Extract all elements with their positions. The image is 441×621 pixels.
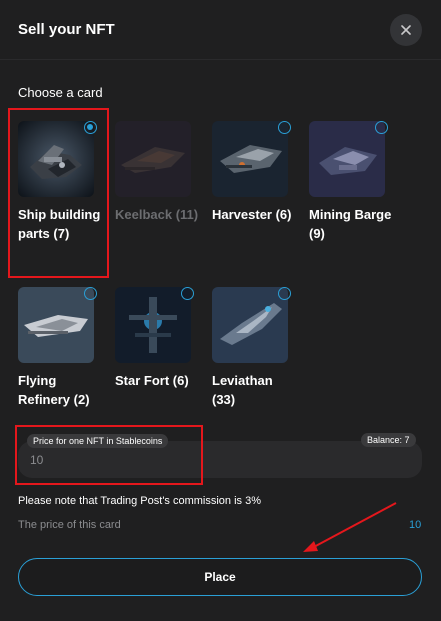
card-price-label: The price of this card: [18, 519, 121, 531]
card-name: Star Fort (6): [115, 373, 189, 388]
flying-refinery-ship-image: [18, 287, 94, 363]
card-radio[interactable]: [375, 121, 388, 134]
price-label: Price for one NFT in Stablecoins: [27, 434, 169, 448]
leviathan-ship-image: [212, 287, 288, 363]
harvester-ship-image: [212, 121, 288, 197]
card-radio[interactable]: [84, 287, 97, 300]
card-ship-building-parts[interactable]: Ship building parts (7): [18, 121, 102, 243]
star-fort-image: [115, 287, 191, 363]
mining-barge-ship-image: [309, 121, 385, 197]
section-label: Choose a card: [18, 85, 103, 100]
card-radio[interactable]: [278, 287, 291, 300]
header-divider: [0, 59, 441, 60]
sell-nft-modal: Sell your NFT Choose a card Ship buildin…: [0, 0, 441, 621]
card-flying-refinery[interactable]: Flying Refinery (2): [18, 287, 102, 409]
card-mining-barge[interactable]: Mining Barge (9): [309, 121, 393, 243]
card-price-value: 10: [409, 519, 422, 531]
commission-note: Please note that Trading Post's commissi…: [18, 495, 261, 507]
modal-title: Sell your NFT: [18, 21, 115, 38]
price-input[interactable]: [30, 452, 290, 468]
card-name: Flying Refinery (2): [18, 373, 90, 407]
card-harvester[interactable]: Harvester (6): [212, 121, 296, 224]
close-icon: [401, 25, 411, 35]
ship-parts-image: [18, 121, 94, 197]
card-name: Harvester (6): [212, 207, 292, 222]
card-name: Mining Barge (9): [309, 207, 392, 241]
card-radio[interactable]: [278, 121, 291, 134]
card-leviathan[interactable]: Leviathan (33): [212, 287, 296, 409]
card-radio-selected[interactable]: [84, 121, 97, 134]
card-keelback[interactable]: Keelback (11): [115, 121, 199, 224]
card-star-fort[interactable]: Star Fort (6): [115, 287, 199, 390]
card-name: Keelback (11): [115, 207, 199, 222]
close-button[interactable]: [390, 14, 422, 46]
modal-header: Sell your NFT: [0, 0, 441, 59]
keelback-ship-image: [115, 121, 191, 197]
card-name: Ship building parts (7): [18, 207, 101, 241]
balance-badge: Balance: 7: [361, 433, 416, 447]
place-button[interactable]: Place: [18, 558, 422, 596]
card-name: Leviathan (33): [212, 373, 273, 407]
card-radio[interactable]: [181, 287, 194, 300]
